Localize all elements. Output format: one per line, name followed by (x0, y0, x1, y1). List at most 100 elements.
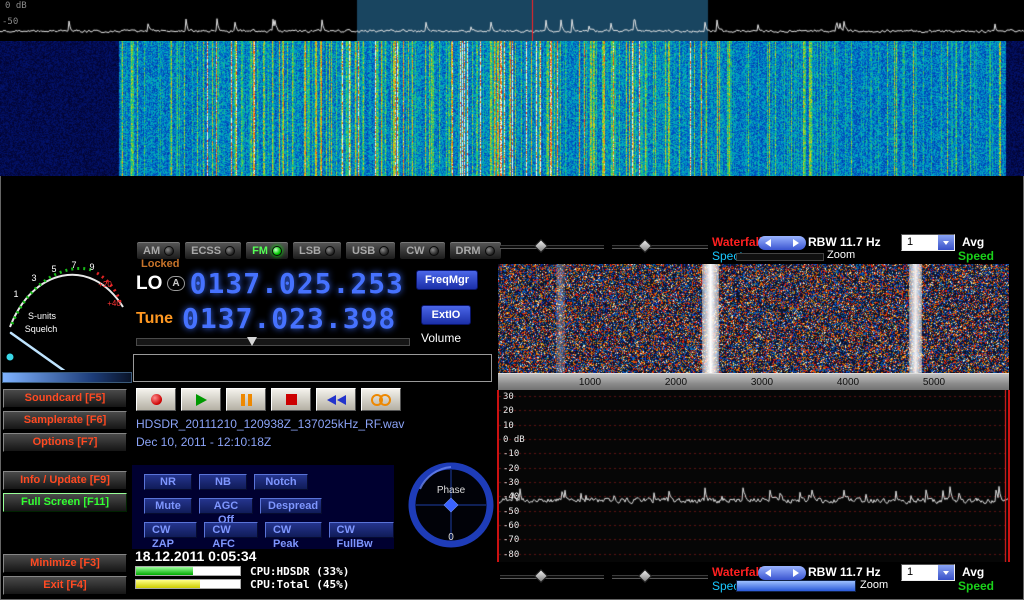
minimize-button[interactable]: Minimize [F3] (3, 554, 127, 573)
rewind-icon (326, 395, 346, 405)
fullscreen-button[interactable]: Full Screen [F11] (3, 493, 127, 512)
mode-button-lsb[interactable]: LSB (292, 241, 342, 260)
pause-button[interactable] (226, 388, 266, 411)
dropdown-arrow-icon[interactable] (938, 565, 954, 580)
left-arrow-icon[interactable] (765, 569, 771, 577)
squelch-indicator-dot (7, 354, 14, 361)
lo-frequency-display[interactable]: 0137.025.253 (190, 267, 404, 300)
cw-fullbw-button[interactable]: CW FullBw (329, 522, 394, 538)
usb-led-icon (379, 246, 389, 256)
right-arrow-icon[interactable] (793, 239, 799, 247)
band-arrows-bottom[interactable] (758, 566, 806, 580)
mode-button-cw[interactable]: CW (399, 241, 445, 260)
audio-spectrum-canvas[interactable] (499, 390, 1008, 562)
mode-label: DRM (456, 245, 481, 257)
mode-button-usb[interactable]: USB (345, 241, 396, 260)
cw-zap-button[interactable]: CW ZAP (144, 522, 197, 538)
mute-button[interactable]: Mute (144, 498, 192, 514)
avg-dropdown-bottom[interactable]: 1 (901, 564, 955, 581)
smeter-tick-7: 7 (71, 260, 76, 270)
mode-button-ecss[interactable]: ECSS (184, 241, 242, 260)
waterfall-label-bottom[interactable]: Waterfall (712, 565, 762, 579)
extio-button[interactable]: ExtIO (421, 305, 471, 325)
dropdown-arrow-icon[interactable] (938, 235, 954, 250)
volume-slider[interactable] (136, 338, 410, 346)
agc-button[interactable]: AGC Off (199, 498, 253, 514)
cpu-hdsdr-text: CPU:HDSDR (33%) (250, 565, 349, 578)
avg-dropdown-top[interactable]: 1 (901, 234, 955, 251)
waterfall-contrast-slider-bottom[interactable] (612, 570, 708, 582)
loop-button[interactable] (361, 388, 401, 411)
zoom-slider-top[interactable] (736, 253, 824, 261)
audio-spectrum-display[interactable]: 30 20 10 0 dB -10 -20 -30 -40 -50 -60 -7… (497, 390, 1010, 562)
smeter-squelch-label: Squelch (25, 324, 58, 334)
nb-button[interactable]: NB (199, 474, 247, 490)
waterfall-contrast-slider[interactable] (612, 240, 708, 252)
phase-value: 0 (409, 532, 493, 543)
slider-groove[interactable] (500, 245, 604, 249)
audio-waterfall-display[interactable] (498, 264, 1009, 373)
recording-timestamp: Dec 10, 2011 - 12:10:18Z (136, 435, 271, 449)
waterfall-brightness-slider[interactable] (500, 240, 604, 252)
slider-handle[interactable] (638, 569, 652, 583)
db-axis-label: 10 (503, 421, 514, 431)
s-meter: 1 3 5 7 9 +20 +40 S-units Squelch (2, 239, 130, 370)
cw-peak-button[interactable]: CW Peak (265, 522, 322, 538)
mode-label: USB (352, 245, 375, 257)
avg-label-bottom: Avg (962, 565, 984, 579)
overview-spectrum[interactable]: 0 dB -50 (0, 0, 1024, 41)
exit-button[interactable]: Exit [F4] (3, 576, 127, 595)
slider-handle[interactable] (534, 569, 548, 583)
db-axis-label: -70 (503, 535, 519, 545)
audio-tick-label: 3000 (751, 377, 773, 388)
volume-slider-handle[interactable] (247, 337, 257, 346)
db-axis-label: -30 (503, 478, 519, 488)
samplerate-button[interactable]: Samplerate [F6] (3, 411, 127, 430)
slider-groove[interactable] (612, 575, 708, 579)
mode-label: ECSS (191, 245, 221, 257)
record-button[interactable] (136, 388, 176, 411)
info-update-button[interactable]: Info / Update [F9] (3, 471, 127, 490)
cpu-total-bar (135, 579, 241, 589)
smeter-tick-3: 3 (31, 273, 36, 283)
cpu-hdsdr-bar (135, 566, 241, 576)
tune-frequency-display[interactable]: 0137.023.398 (182, 302, 396, 335)
tune-frequency-row: Tune 0137.023.398 (136, 302, 396, 335)
slider-handle[interactable] (534, 239, 548, 253)
slider-groove[interactable] (500, 575, 604, 579)
hdsdr-window: 137000 137005 137010 137015 137020 13702… (0, 0, 1024, 600)
cw-led-icon (429, 246, 439, 256)
audio-tick-label: 4000 (837, 377, 859, 388)
slider-groove[interactable] (612, 245, 708, 249)
audio-tick-label: 2000 (665, 377, 687, 388)
lo-label: LO (136, 273, 162, 295)
smeter-plus20-label: +20 (98, 280, 112, 289)
vfo-a-badge[interactable]: A (167, 276, 184, 291)
overview-spectrum-canvas[interactable] (0, 0, 1024, 41)
mode-button-drm[interactable]: DRM (449, 241, 502, 260)
volume-label: Volume (421, 331, 461, 345)
right-arrow-icon[interactable] (793, 569, 799, 577)
cw-afc-button[interactable]: CW AFC (204, 522, 258, 538)
ecss-led-icon (225, 246, 235, 256)
band-arrows-top[interactable] (758, 236, 806, 250)
soundcard-button[interactable]: Soundcard [F5] (3, 389, 127, 408)
mode-button-row: AM ECSS FM LSB USB CW DRM (136, 241, 502, 260)
left-arrow-icon[interactable] (765, 239, 771, 247)
notch-button[interactable]: Notch (254, 474, 308, 490)
play-button[interactable] (181, 388, 221, 411)
waterfall-label-top[interactable]: Waterfall (712, 235, 762, 249)
squelch-slider[interactable] (2, 372, 132, 383)
options-button[interactable]: Options [F7] (3, 433, 127, 452)
mode-label: AM (143, 245, 160, 257)
slider-handle[interactable] (638, 239, 652, 253)
stop-button[interactable] (271, 388, 311, 411)
waterfall-brightness-slider-bottom[interactable] (500, 570, 604, 582)
despread-button[interactable]: Despread (260, 498, 322, 514)
zoom-slider-bottom[interactable] (736, 580, 856, 592)
rewind-button[interactable] (316, 388, 356, 411)
freqmgr-button[interactable]: FreqMgr (416, 270, 478, 290)
overview-db-zero-label: 0 dB (5, 1, 27, 11)
nr-button[interactable]: NR (144, 474, 192, 490)
mode-button-fm[interactable]: FM (245, 241, 289, 260)
